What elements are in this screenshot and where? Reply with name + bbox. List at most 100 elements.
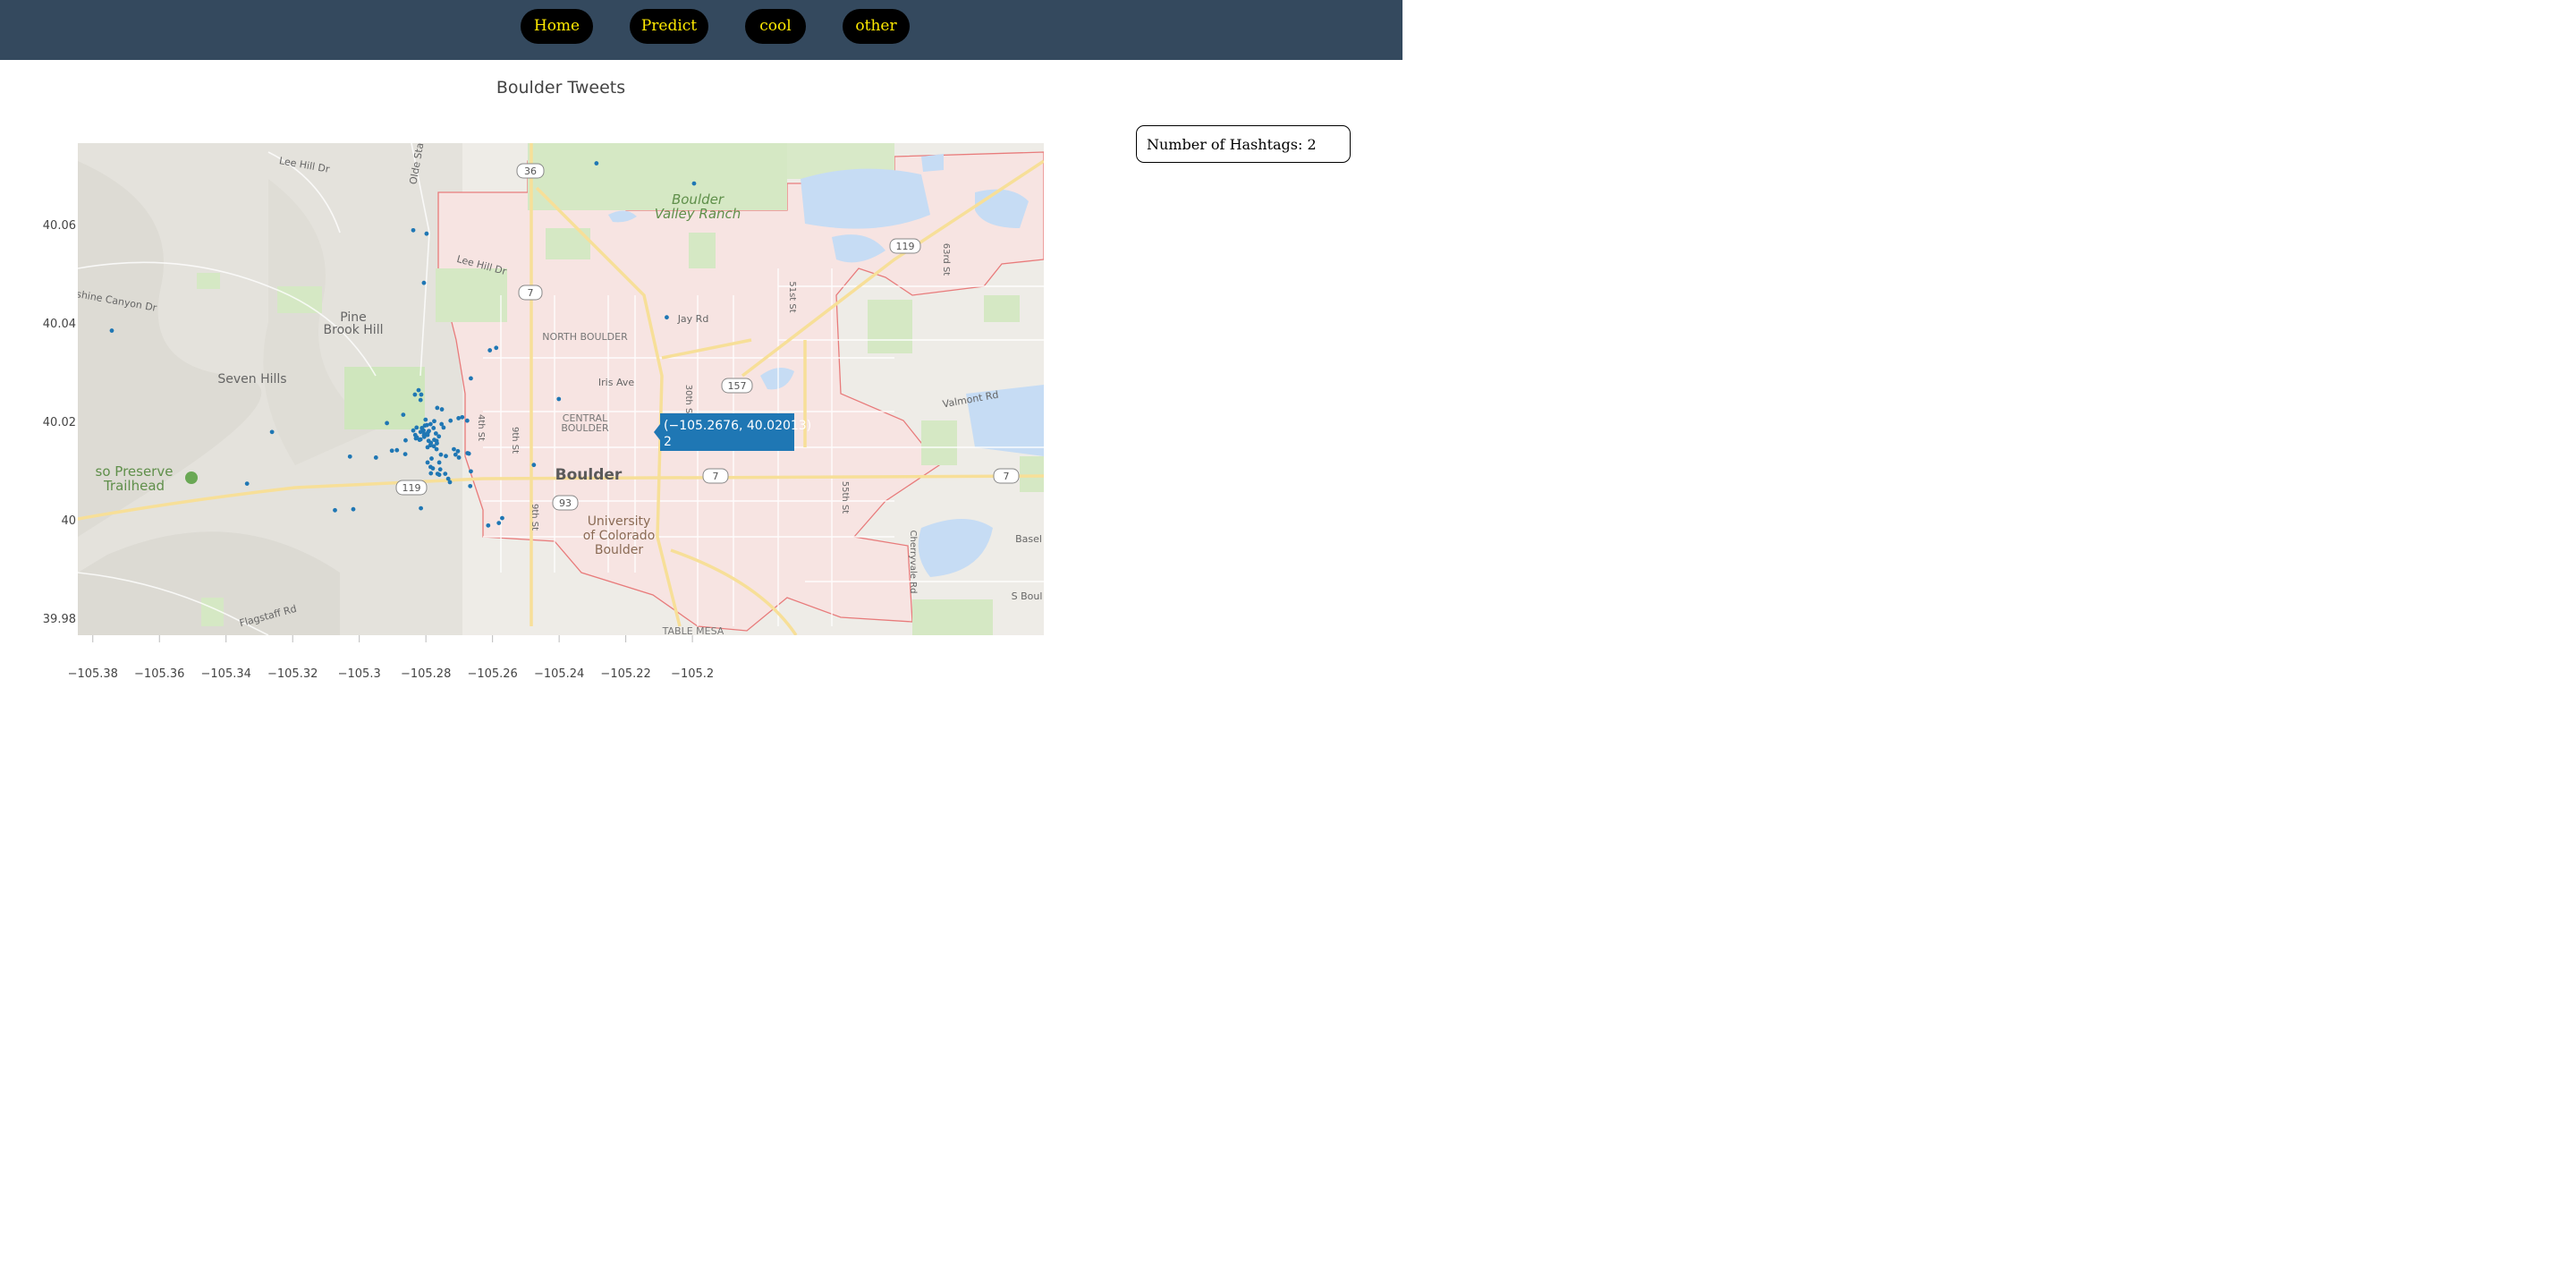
tweet-point[interactable] <box>419 392 424 397</box>
label-55th: 55th St <box>840 481 850 514</box>
tweet-point[interactable] <box>556 396 562 402</box>
tweet-point[interactable] <box>109 328 114 333</box>
tweet-point[interactable] <box>347 454 352 459</box>
tweet-point[interactable] <box>333 507 337 513</box>
tweet-point[interactable] <box>691 181 697 186</box>
nav-cool-button[interactable]: cool <box>745 9 806 44</box>
tweet-point[interactable] <box>421 428 426 433</box>
tweet-point[interactable] <box>439 407 445 412</box>
hover-value: 2 <box>664 435 672 449</box>
hashtag-count-box: Number of Hashtags: 2 <box>1136 125 1351 163</box>
x-tick-label: −105.26 <box>467 667 517 681</box>
label-cherryvale: Cherryvale Rd <box>908 531 918 594</box>
tweet-point[interactable] <box>448 418 453 423</box>
tweet-point[interactable] <box>443 471 448 476</box>
tweet-point[interactable] <box>401 412 406 417</box>
hwy119-label: 119 <box>896 241 915 252</box>
tweet-point[interactable] <box>432 437 436 443</box>
tweet-point[interactable] <box>418 397 423 403</box>
tweet-point[interactable] <box>419 505 423 511</box>
tweet-point[interactable] <box>428 442 433 447</box>
tweet-point[interactable] <box>435 441 439 446</box>
tweet-point[interactable] <box>423 417 428 422</box>
tweet-point[interactable] <box>431 426 436 430</box>
hwy157-label: 157 <box>728 380 747 392</box>
tweet-point[interactable] <box>426 430 430 435</box>
tweet-point[interactable] <box>432 419 436 424</box>
tweet-point[interactable] <box>436 434 442 439</box>
tweet-point[interactable] <box>411 227 416 233</box>
hover-tooltip: (−105.2676, 40.02013) 2 <box>654 413 811 451</box>
x-tick-label: −105.24 <box>534 667 584 681</box>
tweet-point[interactable] <box>424 231 429 236</box>
tweet-point[interactable] <box>385 420 389 426</box>
nav-predict-button[interactable]: Predict <box>630 9 708 44</box>
label-university-3: Boulder <box>595 543 643 557</box>
hover-coords: (−105.2676, 40.02013) <box>664 419 811 433</box>
y-tick-label: 40.04 <box>43 318 76 331</box>
tweet-point[interactable] <box>460 414 465 420</box>
tweet-point[interactable] <box>436 472 442 478</box>
tweet-point[interactable] <box>351 506 356 512</box>
tweet-point[interactable] <box>531 463 537 468</box>
label-4th: 4th St <box>476 414 486 441</box>
tweet-point[interactable] <box>428 471 434 476</box>
tweet-point[interactable] <box>425 460 430 465</box>
map-scatter-chart[interactable]: 36 7 119 157 119 93 7 7 Boulder Universi… <box>0 125 1122 691</box>
tweet-point[interactable] <box>447 480 453 485</box>
tweet-point[interactable] <box>269 429 275 435</box>
tweet-point[interactable] <box>500 515 504 521</box>
x-axis: −105.38 −105.36 −105.34 −105.32 −105.3 −105.2… <box>68 635 714 681</box>
tweet-point[interactable] <box>455 448 461 454</box>
tweet-point[interactable] <box>469 469 473 474</box>
tweet-point[interactable] <box>417 437 422 443</box>
tweet-point[interactable] <box>469 376 473 381</box>
tweet-point[interactable] <box>416 387 421 393</box>
tweet-point[interactable] <box>434 446 439 452</box>
tweet-point[interactable] <box>594 161 599 166</box>
tweet-point[interactable] <box>441 425 446 430</box>
tweet-point[interactable] <box>456 455 462 460</box>
nav-home-button[interactable]: Home <box>521 9 593 44</box>
tweet-point[interactable] <box>496 521 502 525</box>
y-tick-label: 40.06 <box>43 219 76 233</box>
tweet-point[interactable] <box>494 345 499 351</box>
tweet-point[interactable] <box>244 481 250 486</box>
tweet-point[interactable] <box>438 452 444 457</box>
tweet-point[interactable] <box>424 422 429 428</box>
tweet-point[interactable] <box>435 405 440 411</box>
tweet-point[interactable] <box>444 454 448 459</box>
hwy119b-label: 119 <box>402 482 421 494</box>
basemap: 36 7 119 157 119 93 7 7 Boulder Universi… <box>78 143 1044 635</box>
tweet-point[interactable] <box>466 451 471 456</box>
tweet-point[interactable] <box>412 392 418 397</box>
tweet-point[interactable] <box>403 437 408 443</box>
tweet-point[interactable] <box>373 455 378 460</box>
label-iris: Iris Ave <box>598 377 634 388</box>
tweet-point[interactable] <box>411 428 416 433</box>
tweet-point[interactable] <box>452 446 456 452</box>
tweet-point[interactable] <box>414 425 419 430</box>
label-9th: 9th St <box>510 427 520 454</box>
label-boulder: Boulder <box>555 466 623 484</box>
label-jay: Jay Rd <box>677 313 709 325</box>
chart-title: Boulder Tweets <box>496 78 626 98</box>
tweet-point[interactable] <box>421 433 427 438</box>
hwy36-label: 36 <box>524 166 537 177</box>
tweet-point[interactable] <box>486 522 491 528</box>
tweet-point[interactable] <box>464 418 470 423</box>
tweet-point[interactable] <box>429 456 434 461</box>
tweet-point[interactable] <box>421 280 427 285</box>
nav-other-button[interactable]: other <box>843 9 910 44</box>
tweet-point[interactable] <box>428 421 433 427</box>
tweet-point[interactable] <box>428 464 433 470</box>
tweet-point[interactable] <box>468 483 473 488</box>
tweet-point[interactable] <box>394 447 400 453</box>
tweet-point[interactable] <box>389 448 394 454</box>
tweet-point[interactable] <box>665 315 669 320</box>
tweet-point[interactable] <box>487 348 493 352</box>
tweet-point[interactable] <box>436 460 442 465</box>
tweet-point[interactable] <box>456 416 462 420</box>
tweet-point[interactable] <box>402 452 408 456</box>
tweet-point[interactable] <box>437 467 443 472</box>
